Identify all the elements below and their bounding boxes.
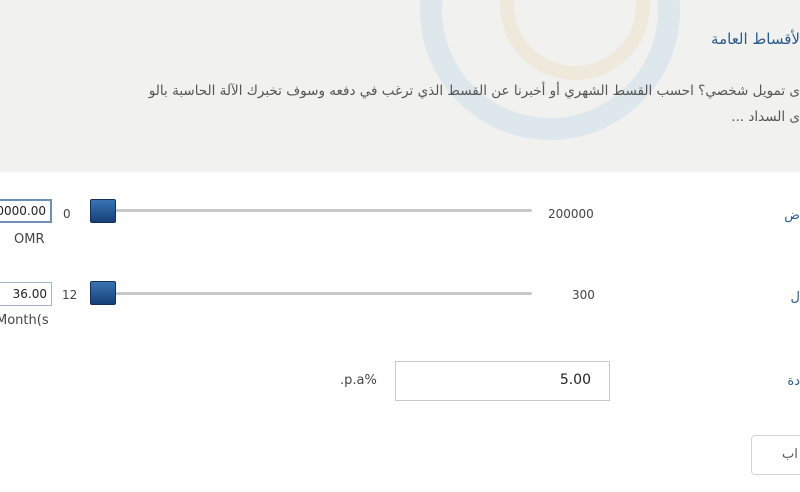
interest-rate-input[interactable]: 5.00 (395, 361, 610, 401)
header-band: لأقساط العامة ى تمويل شخصي؟ احسب القسط ا… (0, 0, 800, 172)
duration-slider-track[interactable] (92, 292, 532, 295)
calculate-button[interactable]: اب (751, 435, 800, 475)
loan-amount-slider-track[interactable] (92, 209, 532, 212)
duration-label: ل (790, 290, 800, 305)
loan-amount-label: ض (784, 208, 800, 223)
description-line-2: ى السداد ... (731, 109, 800, 125)
duration-slider-handle[interactable] (90, 281, 116, 305)
loan-amount-min: 0 (63, 207, 71, 221)
loan-amount-max: 200000 (548, 207, 594, 221)
calculator-panel (0, 172, 800, 492)
description-line-1: ى تمويل شخصي؟ احسب القسط الشهري أو أخبرن… (148, 83, 800, 99)
interest-rate-unit: .p.a% (340, 373, 377, 388)
loan-amount-unit: OMR (14, 232, 45, 247)
loan-amount-input[interactable]: 0000.00 (0, 199, 52, 223)
duration-input[interactable]: 36.00 (0, 282, 52, 306)
interest-rate-label: دة (787, 374, 800, 389)
duration-max: 300 (572, 288, 595, 302)
duration-unit: Month(s (0, 313, 49, 328)
loan-amount-slider-handle[interactable] (90, 199, 116, 223)
duration-min: 12 (62, 288, 78, 302)
page-title: لأقساط العامة (711, 30, 800, 48)
page-description: ى تمويل شخصي؟ احسب القسط الشهري أو أخبرن… (149, 78, 800, 130)
